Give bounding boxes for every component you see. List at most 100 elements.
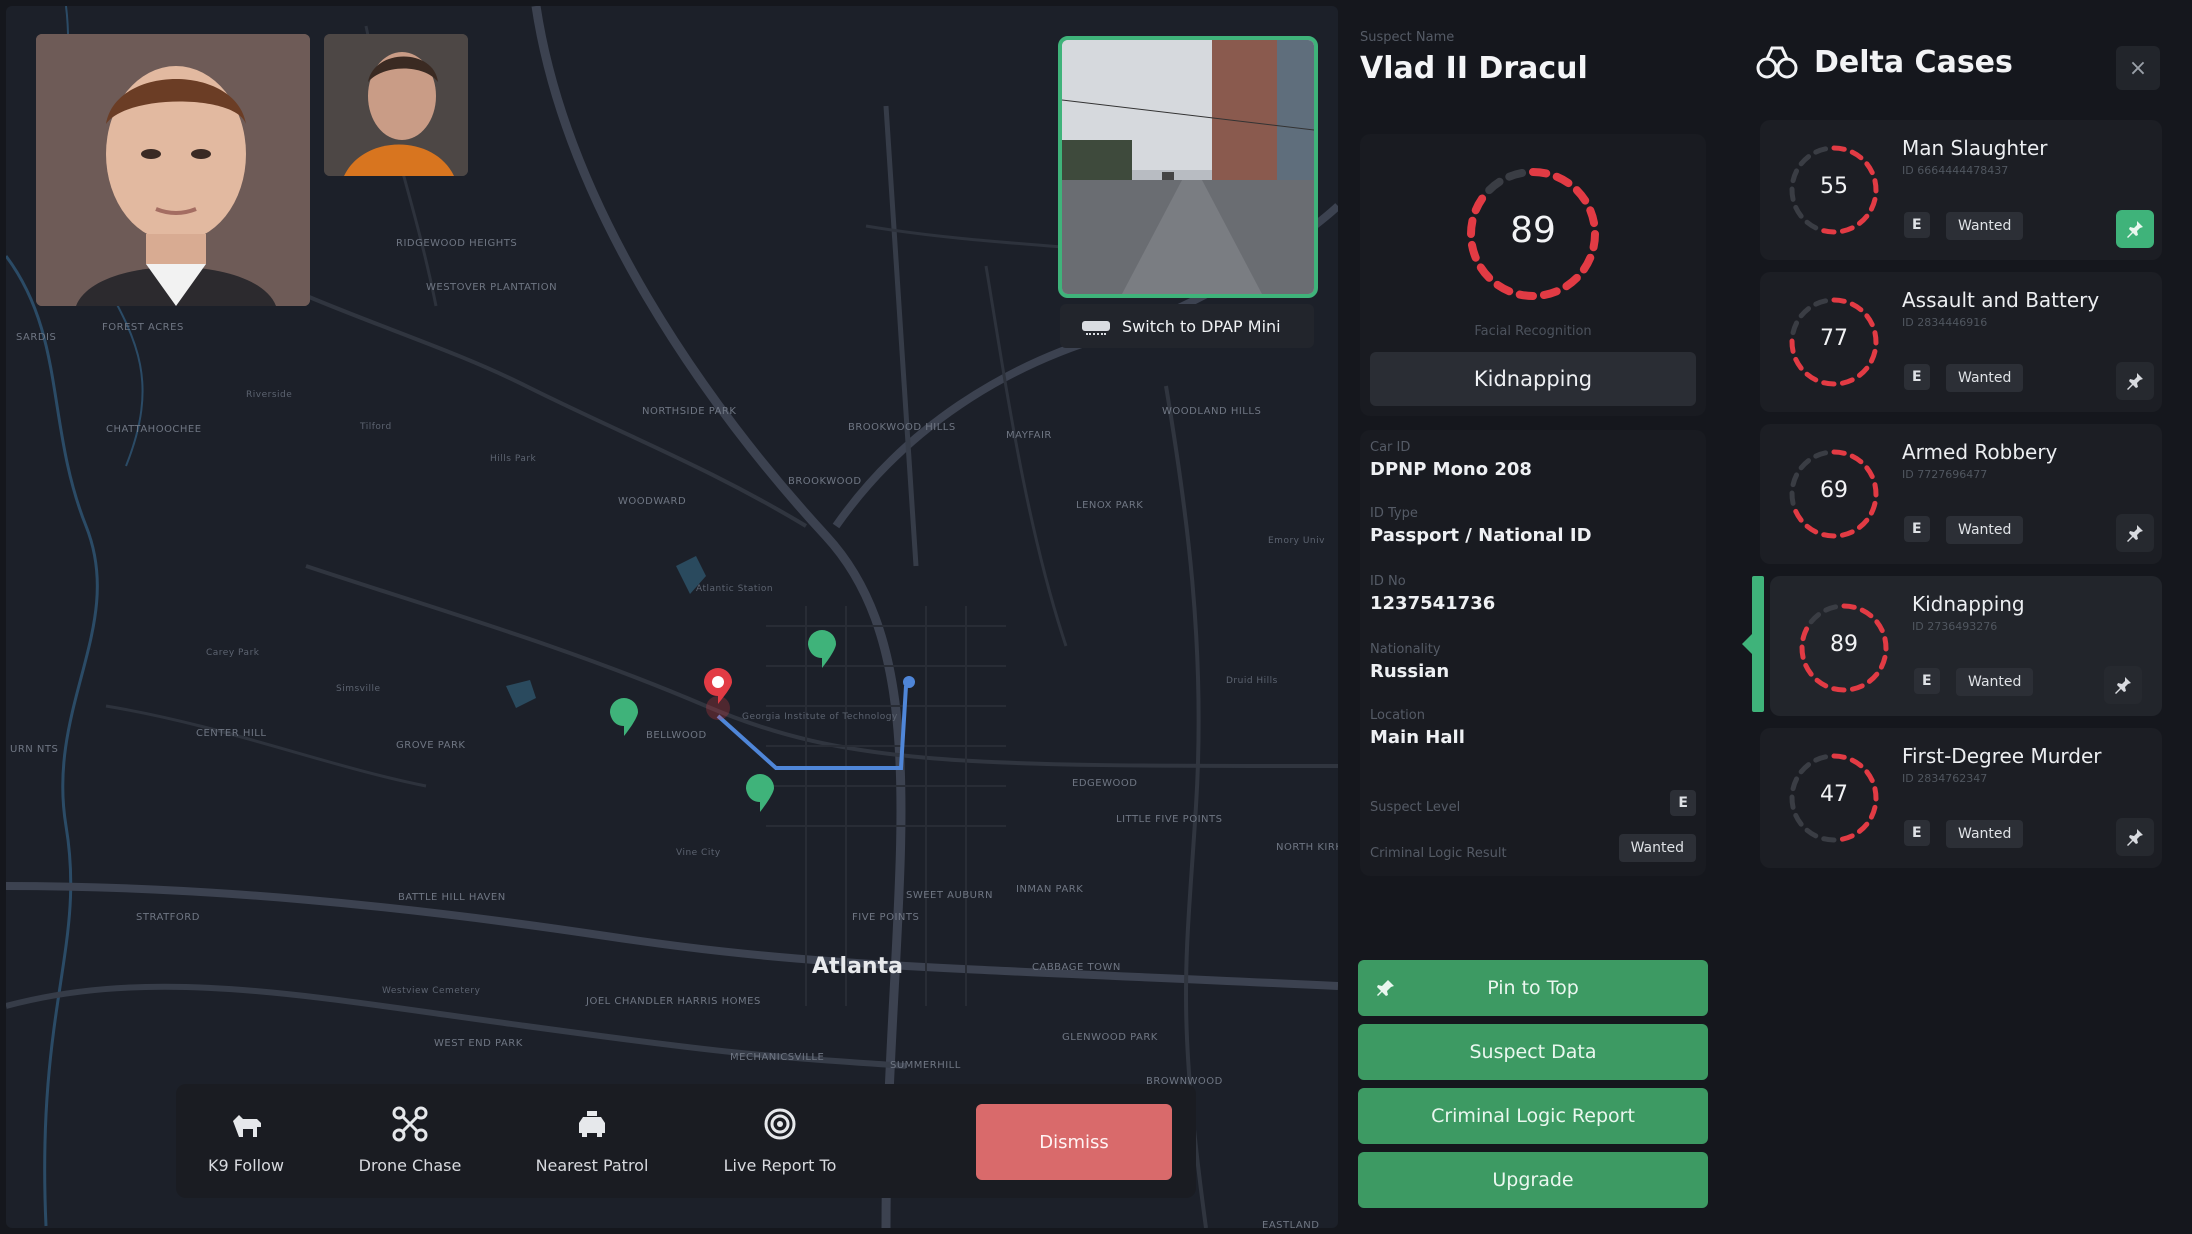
map-label: STRATFORD bbox=[136, 912, 200, 923]
map-label: Vine City bbox=[676, 848, 721, 858]
case-id: ID 7727696477 bbox=[1902, 468, 1988, 481]
map-label: SARDIS bbox=[16, 332, 57, 343]
ring-segment bbox=[1804, 371, 1819, 383]
camera-feed[interactable] bbox=[1058, 36, 1318, 298]
ring-segment bbox=[1856, 821, 1870, 834]
suspect-photo-secondary[interactable] bbox=[324, 34, 468, 176]
drone-chase-button[interactable]: Drone Chase bbox=[340, 1106, 480, 1175]
ring-segment bbox=[1471, 194, 1487, 215]
map-label: JOEL CHANDLER HARRIS HOMES bbox=[586, 996, 761, 1007]
detail-id-no: ID No 1237541736 bbox=[1370, 574, 1495, 614]
k9-follow-button[interactable]: K9 Follow bbox=[176, 1106, 316, 1175]
recognition-score-card: 89 Facial Recognition Kidnapping bbox=[1360, 134, 1706, 416]
close-button[interactable]: × bbox=[2116, 46, 2160, 90]
selected-case-arrow bbox=[1742, 632, 1754, 656]
case-card[interactable]: 47 First-Degree Murder ID 2834762347 E W… bbox=[1760, 728, 2162, 868]
upgrade-button[interactable]: Upgrade bbox=[1358, 1152, 1708, 1208]
delta-cases-header: Delta Cases bbox=[1756, 42, 2013, 82]
action-label: K9 Follow bbox=[208, 1156, 284, 1175]
map-label: BROOKWOOD bbox=[788, 476, 862, 487]
suspect-photo-primary[interactable] bbox=[36, 34, 310, 306]
map-label: CABBAGE TOWN bbox=[1032, 962, 1121, 973]
case-pin-button[interactable] bbox=[2104, 666, 2142, 704]
detail-value: Main Hall bbox=[1370, 727, 1465, 748]
monitor-icon bbox=[1082, 321, 1110, 335]
map-pin-suspect[interactable] bbox=[704, 668, 732, 720]
ring-segment bbox=[1872, 330, 1879, 346]
criminal-logic-report-button[interactable]: Criminal Logic Report bbox=[1358, 1088, 1708, 1144]
suspect-data-button[interactable]: Suspect Data bbox=[1358, 1024, 1708, 1080]
case-pin-button[interactable] bbox=[2116, 210, 2154, 248]
suspect-level-row: Suspect Level E bbox=[1370, 790, 1696, 816]
case-status-badge: Wanted bbox=[1956, 668, 2034, 696]
recognition-score-label: Facial Recognition bbox=[1474, 324, 1592, 339]
case-pin-button[interactable] bbox=[2116, 514, 2154, 552]
case-level-badge: E bbox=[1904, 364, 1930, 390]
case-level-badge: E bbox=[1904, 820, 1930, 846]
map-city-label: Atlanta bbox=[812, 954, 903, 979]
case-card[interactable]: 69 Armed Robbery ID 7727696477 E Wanted bbox=[1760, 424, 2162, 564]
map-label: FOREST ACRES bbox=[102, 322, 184, 333]
ring-segment bbox=[1839, 833, 1855, 842]
case-id: ID 2834446916 bbox=[1902, 316, 1988, 329]
criminal-logic-row: Criminal Logic Result Wanted bbox=[1370, 834, 1696, 862]
ring-segment bbox=[1813, 754, 1829, 763]
case-status-badge: Wanted bbox=[1946, 212, 2024, 240]
ring-segment bbox=[1813, 450, 1829, 459]
ring-segment bbox=[1856, 365, 1870, 378]
ring-segment bbox=[1798, 306, 1812, 319]
ring-segment bbox=[1839, 225, 1855, 234]
case-pin-button[interactable] bbox=[2116, 818, 2154, 856]
case-pin-button[interactable] bbox=[2116, 362, 2154, 400]
drone-icon bbox=[340, 1106, 480, 1142]
map-label: SUMMERHILL bbox=[890, 1060, 961, 1071]
ring-segment bbox=[1808, 612, 1822, 625]
detail-label: Car ID bbox=[1370, 440, 1411, 455]
map-label: GROVE PARK bbox=[396, 740, 466, 751]
map-label: CHATTAHOOCHEE bbox=[106, 424, 202, 435]
case-card[interactable]: 77 Assault and Battery ID 2834446916 E W… bbox=[1760, 272, 2162, 412]
map-label: Carey Park bbox=[206, 648, 260, 658]
ring-segment bbox=[1839, 377, 1855, 386]
action-label: Nearest Patrol bbox=[535, 1156, 649, 1175]
detail-label: ID No bbox=[1370, 574, 1406, 589]
map-label: WOODLAND HILLS bbox=[1162, 406, 1262, 417]
nearest-patrol-button[interactable]: Nearest Patrol bbox=[522, 1106, 662, 1175]
case-card[interactable]: 55 Man Slaughter ID 6664444478437 E Want… bbox=[1760, 120, 2162, 260]
detail-value: DPNP Mono 208 bbox=[1370, 459, 1532, 480]
ring-segment bbox=[1793, 508, 1804, 523]
ring-segment bbox=[1814, 677, 1829, 689]
live-report-button[interactable]: Live Report To bbox=[710, 1106, 850, 1175]
ring-segment bbox=[1803, 662, 1814, 677]
ring-segment bbox=[1793, 356, 1804, 371]
switch-camera-button[interactable]: Switch to DPAP Mini bbox=[1060, 304, 1314, 348]
app-frame: RIDGEWOOD HEIGHTS WESTOVER PLANTATION SA… bbox=[0, 0, 2192, 1234]
case-card-selected[interactable]: 89 Kidnapping ID 2736493276 E Wanted bbox=[1770, 576, 2162, 716]
map-label: LITTLE FIVE POINTS bbox=[1116, 814, 1223, 825]
ring-segment bbox=[1849, 149, 1864, 161]
detail-value: 1237541736 bbox=[1370, 593, 1496, 614]
dismiss-button[interactable]: Dismiss bbox=[976, 1104, 1172, 1180]
case-score: 69 bbox=[1820, 478, 1848, 503]
map-label: EDGEWOOD bbox=[1072, 778, 1138, 789]
recognition-score: 89 bbox=[1510, 210, 1556, 251]
ring-segment bbox=[1864, 161, 1875, 176]
pin-icon bbox=[2127, 373, 2143, 390]
switch-camera-label: Switch to DPAP Mini bbox=[1122, 316, 1281, 336]
map-label: FIVE POINTS bbox=[852, 912, 920, 923]
ring-segment bbox=[1515, 290, 1537, 300]
map-pin-unit[interactable] bbox=[746, 774, 774, 812]
pin-to-top-button[interactable]: Pin to Top bbox=[1358, 960, 1708, 1016]
map-pin-unit[interactable] bbox=[808, 630, 836, 668]
ring-segment bbox=[1856, 517, 1870, 530]
map-pin-unit[interactable] bbox=[610, 698, 638, 736]
handcuffs-icon bbox=[1756, 46, 1798, 79]
map-label: URN NTS bbox=[10, 744, 59, 755]
case-level-badge: E bbox=[1914, 668, 1940, 694]
map-label: Druid Hills bbox=[1226, 676, 1278, 686]
ring-segment bbox=[1868, 500, 1878, 516]
ring-segment bbox=[1798, 762, 1812, 775]
detail-value: Passport / National ID bbox=[1370, 525, 1592, 546]
ring-segment bbox=[1799, 644, 1806, 660]
map-label: MECHANICSVILLE bbox=[730, 1052, 825, 1063]
